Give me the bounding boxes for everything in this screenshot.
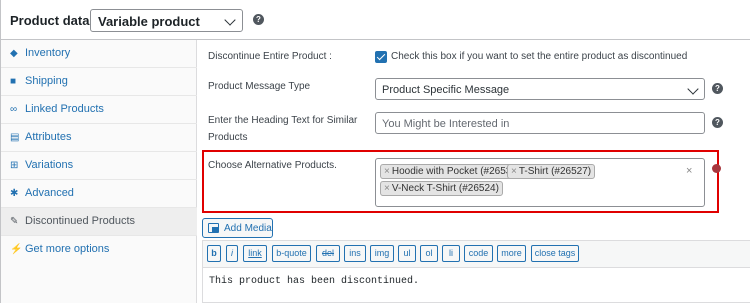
tab-label: Linked Products	[25, 103, 104, 115]
qt-img-button[interactable]: img	[370, 245, 394, 262]
qt-link-button[interactable]: link	[243, 245, 267, 262]
chevron-down-icon	[687, 83, 699, 95]
qt-more-button[interactable]: more	[497, 245, 526, 262]
qt-ol-button[interactable]: ol	[420, 245, 438, 262]
qt-code-button[interactable]: code	[464, 245, 493, 262]
discontinue-checkbox[interactable]	[375, 51, 387, 63]
product-data-tabs: ◆ Inventory ■ Shipping ∞ Linked Products…	[1, 40, 197, 303]
qt-bold-button[interactable]: b	[207, 245, 221, 262]
product-type-select[interactable]: Variable product	[90, 9, 243, 32]
help-icon[interactable]	[712, 164, 721, 173]
alternatives-label: Choose Alternative Products.	[208, 160, 337, 171]
help-icon[interactable]: ?	[712, 83, 723, 94]
tab-inventory[interactable]: ◆ Inventory	[1, 40, 197, 68]
tab-discontinued-products[interactable]: ✎ Discontinued Products	[1, 208, 197, 236]
tab-linked-products[interactable]: ∞ Linked Products	[1, 96, 197, 124]
product-data-panel: Product data — Variable product ? ◆ Inve…	[0, 0, 750, 303]
add-media-label: Add Media	[224, 223, 272, 234]
message-type-label: Product Message Type	[208, 81, 311, 92]
qt-blockquote-button[interactable]: b-quote	[272, 245, 311, 262]
tab-shipping[interactable]: ■ Shipping	[1, 68, 197, 96]
editor-textarea[interactable]: This product has been discontinued.	[202, 267, 750, 303]
inventory-icon: ◆	[10, 48, 18, 59]
help-icon[interactable]: ?	[712, 117, 723, 128]
product-data-header: Product data — Variable product ?	[1, 0, 750, 40]
message-type-select[interactable]: Product Specific Message	[375, 78, 705, 100]
help-icon[interactable]: ?	[253, 14, 264, 25]
product-chip[interactable]: × V-Neck T-Shirt (#26524)	[380, 181, 503, 196]
qt-italic-button[interactable]: i	[226, 245, 238, 262]
chip-label: V-Neck T-Shirt (#26524)	[391, 183, 499, 194]
grid-icon: ⊞	[10, 160, 19, 171]
message-type-value: Product Specific Message	[382, 84, 510, 96]
list-icon: ▤	[10, 132, 20, 143]
tab-label: Attributes	[25, 131, 72, 143]
chip-label: Hoodie with Pocket (#26532)	[391, 166, 521, 177]
qt-close-tags-button[interactable]: close tags	[531, 245, 579, 262]
qt-ins-button[interactable]: ins	[344, 245, 366, 262]
discontinue-description: Check this box if you want to set the en…	[391, 51, 688, 62]
tab-label: Inventory	[25, 47, 71, 59]
product-chip[interactable]: × T-Shirt (#26527)	[507, 164, 596, 179]
chip-remove-icon[interactable]: ×	[384, 166, 390, 177]
media-icon	[208, 223, 219, 233]
discontinue-label: Discontinue Entire Product :	[208, 51, 332, 62]
plugin-icon: ⚡	[10, 244, 23, 255]
heading-value: You Might be Interested in	[382, 118, 510, 130]
link-icon: ∞	[10, 104, 18, 115]
tab-label: Variations	[25, 159, 74, 171]
qt-ul-button[interactable]: ul	[398, 245, 416, 262]
chip-label: T-Shirt (#26527)	[518, 166, 592, 177]
tab-advanced[interactable]: ✱ Advanced	[1, 180, 197, 208]
chevron-down-icon	[224, 14, 236, 26]
truck-icon: ■	[10, 76, 17, 87]
chip-remove-icon[interactable]: ×	[511, 166, 517, 177]
qt-del-button[interactable]: del	[316, 245, 340, 262]
tab-label: Shipping	[25, 75, 68, 87]
tab-attributes[interactable]: ▤ Attributes	[1, 124, 197, 152]
tab-label: Get more options	[25, 243, 110, 255]
product-type-value: Variable product	[98, 14, 200, 29]
add-media-button[interactable]: Add Media	[202, 218, 273, 238]
gear-icon: ✱	[10, 188, 19, 199]
tab-label: Discontinued Products	[25, 215, 136, 227]
alternatives-multiselect[interactable]: × Hoodie with Pocket (#26532) × T-Shirt (#…	[375, 158, 705, 207]
tab-get-more-options[interactable]: ⚡ Get more options	[1, 236, 197, 264]
editor-content: This product has been discontinued.	[209, 276, 420, 287]
heading-input[interactable]: You Might be Interested in	[375, 112, 705, 134]
wrench-icon: ✎	[10, 216, 19, 227]
qt-li-button[interactable]: li	[442, 245, 460, 262]
heading-label: Enter the Heading Text for Similar Produ…	[208, 115, 358, 143]
chip-remove-icon[interactable]: ×	[384, 183, 390, 194]
tab-variations[interactable]: ⊞ Variations	[1, 152, 197, 180]
product-chip[interactable]: × Hoodie with Pocket (#26532)	[380, 164, 525, 179]
clear-selection-icon[interactable]: ×	[686, 165, 692, 177]
tab-label: Advanced	[25, 187, 74, 199]
